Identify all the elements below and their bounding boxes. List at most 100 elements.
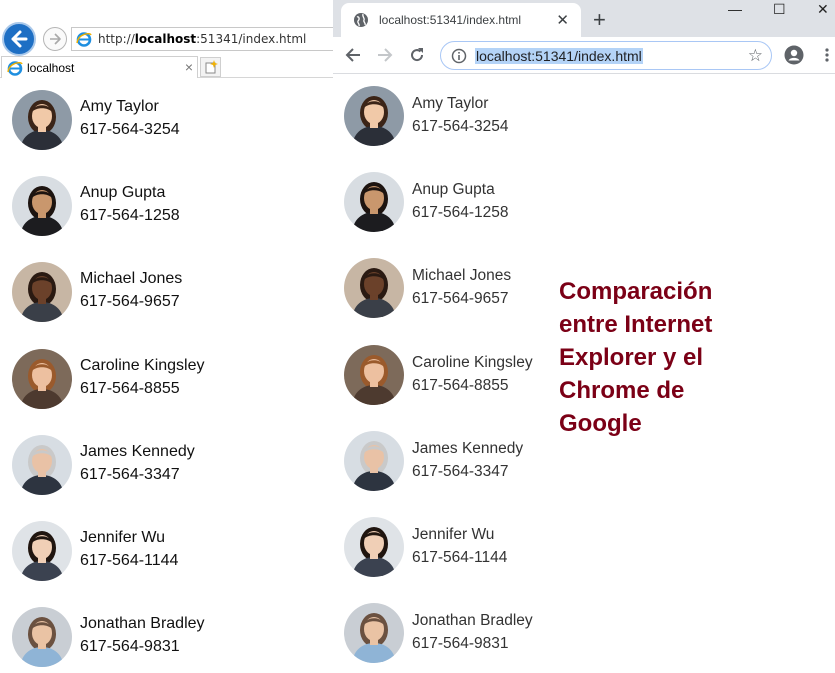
chrome-url-text: localhost:51341/index.html — [475, 47, 643, 64]
contact-name: Jennifer Wu — [80, 528, 166, 546]
contact-row: Amy Taylor 617-564-3254 — [333, 74, 835, 160]
contact-row: Jonathan Bradley 617-564-9831 — [0, 595, 333, 673]
ie-url-text: http://localhost:51341/index.html — [98, 32, 307, 46]
contact-name: Amy Taylor — [80, 98, 159, 115]
forward-arrow-icon — [378, 48, 393, 62]
avatar-photo — [344, 344, 404, 405]
contact-phone: 617-564-3347 — [412, 462, 509, 480]
contact-phone: 617-564-9831 — [412, 635, 509, 653]
globe-icon — [354, 13, 368, 27]
contact-row: Jonathan Bradley 617-564-9831 — [333, 591, 835, 673]
contact-name: Anup Gupta — [412, 181, 495, 199]
contact-phone: 617-564-1144 — [412, 548, 508, 566]
contact-row: Amy Taylor 617-564-3254 — [0, 78, 333, 164]
ie-address-bar[interactable]: http://localhost:51341/index.html — [71, 27, 333, 51]
reload-button[interactable] — [407, 45, 427, 65]
contact-name: Caroline Kingsley — [80, 356, 205, 374]
back-button[interactable] — [343, 45, 363, 65]
avatar — [12, 176, 72, 237]
contact-phone: 617-564-9657 — [80, 293, 180, 311]
contact-name: Michael Jones — [412, 267, 512, 285]
close-tab-icon[interactable]: × — [185, 59, 193, 75]
avatar — [344, 86, 404, 146]
caption-line: Google — [559, 410, 642, 437]
avatar — [344, 516, 404, 577]
contact-row: James Kennedy 617-564-3347 — [0, 423, 333, 509]
internet-explorer-window: http://localhost:51341/index.html localh… — [0, 0, 333, 673]
avatar-photo — [12, 90, 72, 150]
avatar-photo — [344, 172, 404, 233]
contact-row: Jennifer Wu 617-564-1144 — [0, 509, 333, 595]
ie-tab-strip: localhost × — [0, 56, 333, 78]
avatar-photo — [344, 430, 404, 491]
ie-logo-icon — [7, 60, 23, 76]
back-button[interactable] — [2, 22, 36, 56]
contact-row: Anup Gupta 617-564-1258 — [0, 164, 333, 250]
new-tab-button[interactable]: + — [593, 7, 606, 33]
contact-name: Jonathan Bradley — [412, 612, 533, 630]
info-icon[interactable] — [451, 48, 467, 64]
contact-phone: 617-564-3254 — [80, 121, 180, 138]
avatar — [12, 262, 72, 323]
comparison-caption: Comparación entre Internet Explorer y el… — [559, 275, 779, 440]
contact-phone: 617-564-3254 — [412, 118, 509, 135]
avatar-photo — [12, 520, 72, 581]
contact-phone: 617-564-9657 — [412, 290, 509, 308]
forward-button[interactable] — [375, 45, 395, 65]
forward-button[interactable] — [43, 27, 67, 51]
new-tab-button[interactable] — [200, 57, 221, 77]
caption-line: Comparación — [559, 278, 713, 305]
contact-row: Michael Jones 617-564-9657 — [0, 250, 333, 336]
reload-icon — [411, 48, 424, 62]
contact-row: Caroline Kingsley 617-564-8855 — [0, 337, 333, 423]
forward-arrow-icon — [50, 33, 61, 45]
contact-phone: 617-564-8855 — [80, 379, 180, 397]
close-tab-icon[interactable]: ✕ — [556, 11, 569, 29]
menu-button[interactable] — [817, 45, 835, 65]
contact-name: Jonathan Bradley — [80, 615, 205, 633]
caption-line: Chrome de — [559, 377, 685, 404]
avatar — [344, 172, 404, 233]
contact-name: Anup Gupta — [80, 184, 166, 202]
avatar-photo — [12, 434, 72, 495]
chrome-address-bar[interactable]: localhost:51341/index.html ☆ — [440, 41, 772, 70]
contact-phone: 617-564-1144 — [80, 551, 179, 569]
avatar — [12, 520, 72, 581]
ie-contact-list: Amy Taylor 617-564-3254 Anup Gupta 617-564-… — [0, 78, 333, 673]
avatar-photo — [344, 86, 404, 146]
avatar-photo — [12, 262, 72, 323]
profile-button[interactable] — [784, 45, 804, 65]
chrome-title-bar: localhost:51341/index.html ✕ + — ☐ ✕ — [333, 0, 835, 37]
avatar — [12, 348, 72, 409]
minimize-button[interactable]: — — [728, 0, 742, 18]
ie-navigation-bar: http://localhost:51341/index.html — [0, 22, 333, 56]
avatar-photo — [344, 603, 404, 664]
ie-logo-icon — [76, 32, 92, 47]
contact-name: Caroline Kingsley — [412, 353, 533, 371]
new-tab-icon — [205, 60, 218, 74]
contact-phone: 617-564-1258 — [80, 207, 180, 225]
avatar — [12, 434, 72, 495]
ie-tab-localhost[interactable]: localhost × — [1, 56, 198, 78]
avatar-photo — [12, 348, 72, 409]
contact-row: Anup Gupta 617-564-1258 — [333, 160, 835, 246]
avatar — [12, 607, 72, 668]
close-window-button[interactable]: ✕ — [817, 0, 829, 18]
contact-phone: 617-564-9831 — [80, 638, 180, 656]
contact-row: Jennifer Wu 617-564-1144 — [333, 505, 835, 591]
chrome-tab-title: localhost:51341/index.html — [379, 13, 522, 27]
avatar-photo — [12, 176, 72, 237]
chrome-tab[interactable]: localhost:51341/index.html ✕ — [341, 3, 581, 37]
bookmark-star-icon[interactable]: ☆ — [748, 46, 763, 66]
contact-name: Jennifer Wu — [412, 525, 495, 543]
contact-phone: 617-564-1258 — [412, 204, 509, 222]
avatar-photo — [344, 516, 404, 577]
maximize-button[interactable]: ☐ — [773, 0, 786, 18]
back-arrow-icon — [11, 30, 28, 48]
ie-tab-title: localhost — [27, 60, 75, 75]
contact-name: James Kennedy — [412, 439, 524, 457]
contact-name: Amy Taylor — [412, 95, 489, 112]
avatar-photo — [344, 258, 404, 319]
account-icon — [784, 45, 804, 65]
contact-phone: 617-564-8855 — [412, 376, 509, 394]
